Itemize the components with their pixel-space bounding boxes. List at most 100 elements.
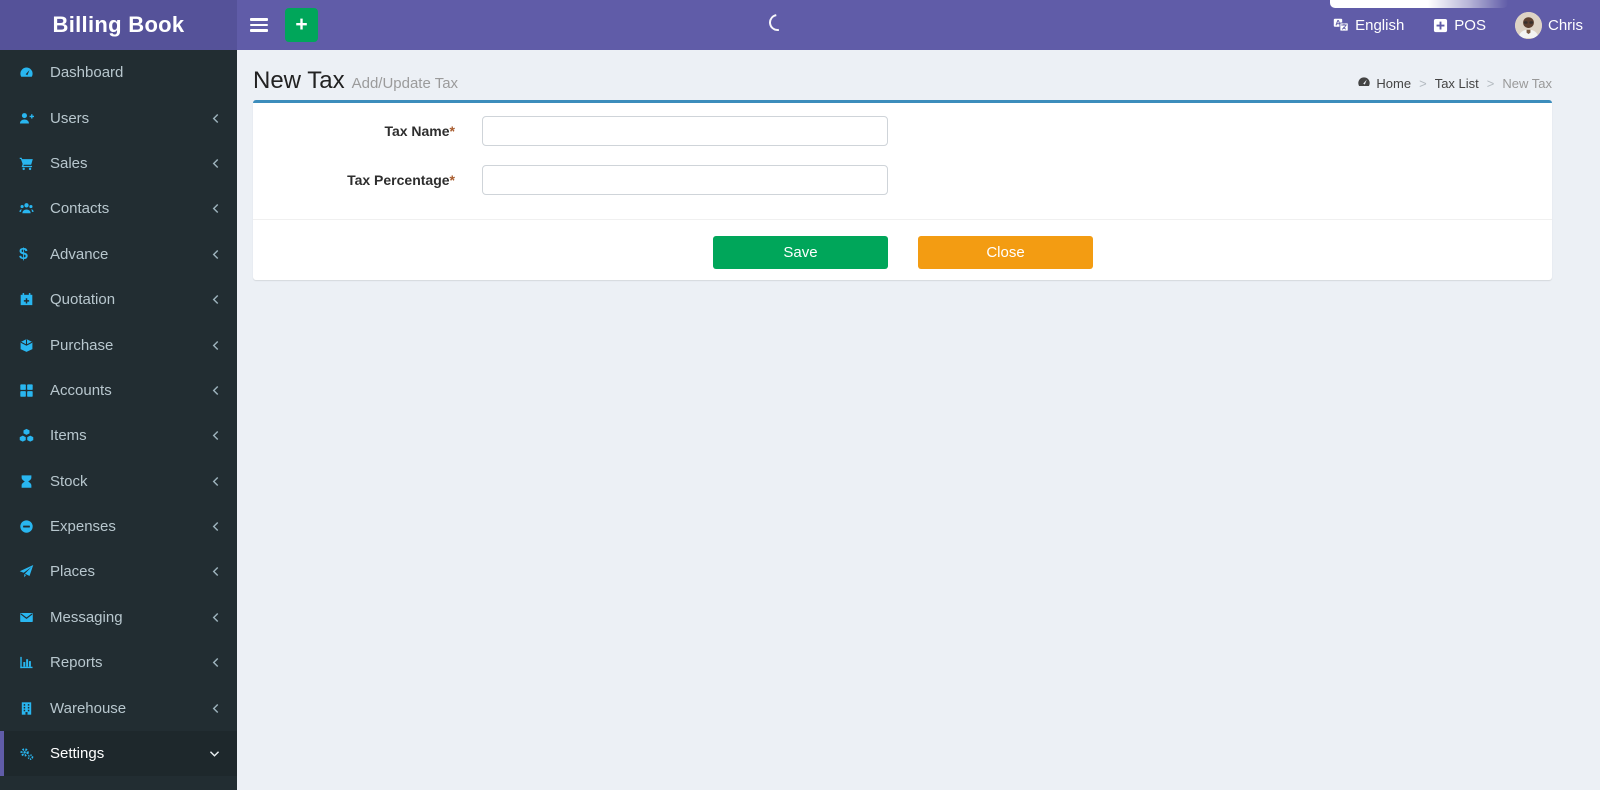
sidebar-item-stock[interactable]: Stock [0,459,237,504]
sidebar-item-settings[interactable]: Settings [0,730,237,777]
breadcrumb-home-link[interactable]: Home [1357,75,1411,92]
sidebar-item-label: Settings [50,745,105,763]
chevron-left-icon [211,612,220,623]
sidebar-nav: Dashboard Users Sales Contacts $ Advance… [0,50,237,790]
sidebar-item-messaging[interactable]: Messaging [0,595,237,640]
tax-form-body: Tax Name* Tax Percentage* [253,103,1552,195]
tax-name-row: Tax Name* [253,116,1552,146]
sidebar-item-expenses[interactable]: Expenses [0,504,237,549]
sidebar-item-label: Reports [50,654,103,672]
chevron-left-icon [211,340,220,351]
sidebar-item-users[interactable]: Users [0,95,237,140]
envelope-icon [19,610,44,625]
sidebar-item-label: Messaging [50,608,123,626]
sidebar-item-label: Expenses [50,518,116,536]
grid-icon [19,383,44,398]
paper-plane-icon [19,564,44,579]
chevron-left-icon [211,203,220,214]
loading-spinner [765,10,790,35]
tax-percentage-input[interactable] [482,165,888,195]
page-subtitle: Add/Update Tax [351,75,459,92]
sidebar-toggle-button[interactable] [250,16,270,34]
users-group-icon [19,201,44,216]
brand-title: Billing Book [52,12,185,37]
avatar [1514,11,1542,39]
chevron-down-icon [209,749,220,758]
sidebar-item-purchase[interactable]: Purchase [0,322,237,367]
sidebar-item-contacts[interactable]: Contacts [0,186,237,231]
breadcrumb-separator: > [1486,76,1495,91]
sidebar-item-label: Users [50,109,90,127]
language-menu[interactable]: English [1333,17,1404,34]
required-mark: * [449,172,455,188]
close-button[interactable]: Close [918,236,1093,269]
sidebar-item-quotation[interactable]: Quotation [0,277,237,322]
breadcrumb-separator: > [1419,76,1427,91]
sidebar-item-label: Purchase [50,336,114,354]
chevron-left-icon [211,430,220,441]
sidebar-item-sales[interactable]: Sales [0,141,237,186]
tax-form-footer: Save Close [253,219,1552,269]
sidebar-item-dashboard[interactable]: Dashboard [0,50,237,95]
cube-icon [19,338,44,353]
chevron-left-icon [211,158,220,169]
sidebar-item-warehouse[interactable]: Warehouse [0,685,237,730]
tax-percentage-row: Tax Percentage* [253,165,1552,195]
redaction-smudge [1330,0,1508,8]
dollar-icon: $ [19,245,28,263]
gears-icon [19,746,44,761]
language-icon [1333,17,1349,33]
building-icon [19,701,44,716]
sidebar-item-places[interactable]: Places [0,549,237,594]
pos-button[interactable]: POS [1433,17,1486,34]
save-button[interactable]: Save [713,236,888,269]
tax-percentage-label: Tax Percentage* [347,172,455,188]
minus-circle-icon [19,519,44,534]
sidebar-item-advance[interactable]: $ Advance [0,232,237,277]
brand-logo[interactable]: Billing Book [0,0,237,50]
user-plus-icon [19,111,44,126]
chevron-left-icon [211,476,220,487]
dashboard-icon [19,65,44,80]
cubes-icon [19,428,44,443]
sidebar-item-label: Stock [50,472,88,490]
main-content: New Tax Add/Update Tax Home > Tax List > … [237,50,1600,790]
plus-square-icon [1433,18,1448,33]
app-window: Billing Book + English POS Chris Dashboa… [0,0,1600,790]
chevron-left-icon [211,113,220,124]
pos-label: POS [1454,16,1486,34]
chevron-left-icon [211,249,220,260]
chevron-left-icon [211,294,220,305]
home-dashboard-icon [1357,75,1371,92]
sidebar-item-label: Items [50,427,87,445]
tax-name-label: Tax Name* [384,123,455,139]
sidebar-item-label: Sales [50,154,88,172]
breadcrumb: Home > Tax List > New Tax [1357,75,1552,95]
sidebar-item-accounts[interactable]: Accounts [0,368,237,413]
breadcrumb-taxlist-link[interactable]: Tax List [1435,76,1479,91]
sidebar-item-label: Quotation [50,291,116,309]
sidebar-item-label: Advance [50,245,109,263]
sidebar-item-label: Accounts [50,381,112,399]
tax-form-card: Tax Name* Tax Percentage* Save Close [253,100,1552,280]
chevron-left-icon [211,657,220,668]
sidebar-item-items[interactable]: Items [0,413,237,458]
hourglass-icon [19,474,44,489]
bar-chart-icon [19,655,44,670]
tax-name-input[interactable] [482,116,888,146]
chevron-left-icon [211,521,220,532]
language-label: English [1355,16,1405,34]
calendar-plus-icon [19,292,44,307]
chevron-left-icon [211,703,220,714]
user-menu[interactable]: Chris [1514,11,1583,39]
quick-add-button[interactable]: + [285,8,318,42]
sidebar-item-reports[interactable]: Reports [0,640,237,685]
top-navbar: + English POS Chris [237,0,1600,50]
cart-icon [19,156,44,171]
chevron-left-icon [211,566,220,577]
breadcrumb-current: New Tax [1502,76,1552,91]
sidebar-item-label: Places [50,563,96,581]
required-mark: * [449,123,455,139]
sidebar-item-label: Dashboard [50,64,124,82]
chevron-left-icon [211,385,220,396]
